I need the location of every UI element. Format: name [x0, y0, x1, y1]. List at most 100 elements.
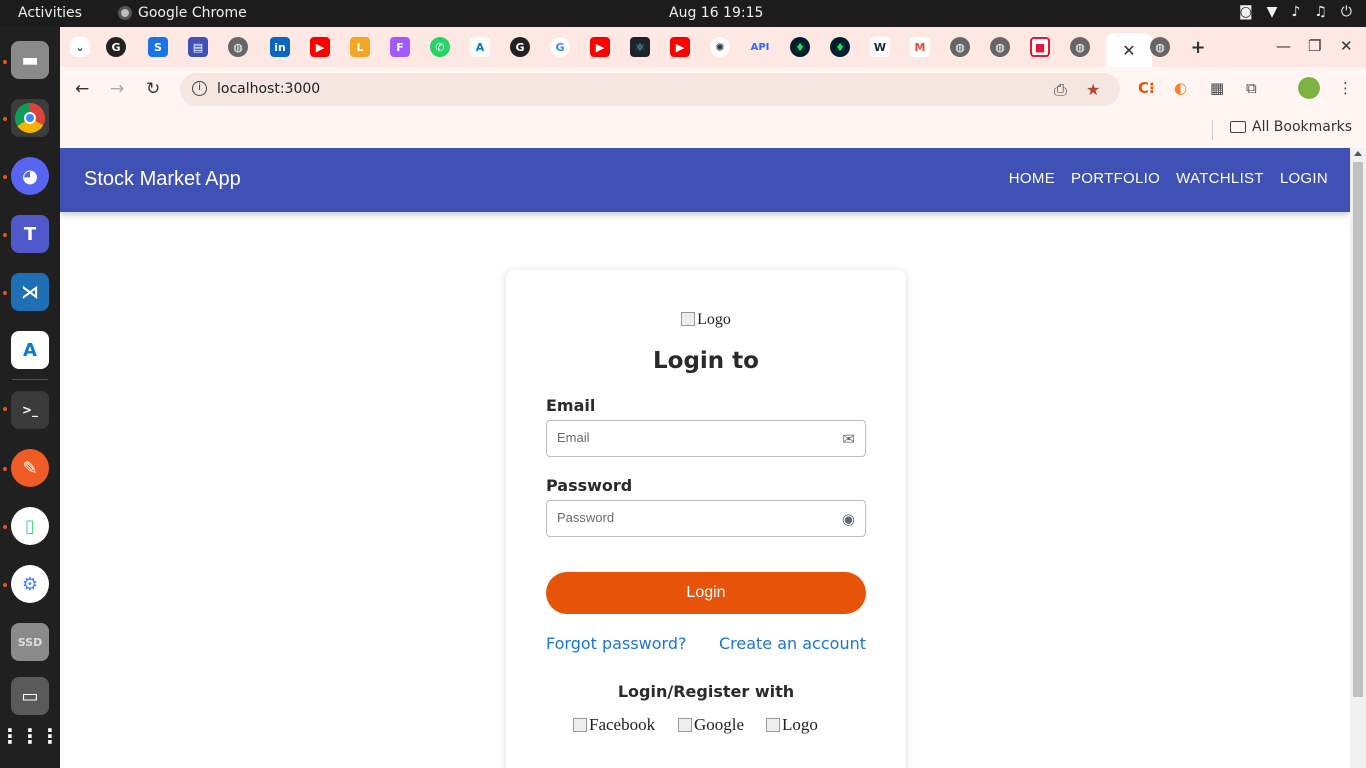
mongodb-icon[interactable]: ♦	[830, 37, 850, 57]
android-studio-icon[interactable]: ⚙	[11, 565, 49, 603]
openai-icon[interactable]: ✺	[710, 37, 730, 57]
install-app-icon[interactable]: ⎙	[1054, 80, 1067, 100]
all-bookmarks-button[interactable]: All Bookmarks	[1230, 119, 1352, 135]
youtube-icon[interactable]: ▶	[310, 37, 330, 57]
reload-icon[interactable]: ↻	[146, 79, 160, 99]
clock[interactable]: Aug 16 19:15	[669, 5, 763, 21]
terminal-icon[interactable]: >_	[11, 391, 49, 429]
new-tab-icon[interactable]: +	[1188, 37, 1208, 58]
nav-portfolio[interactable]: PORTFOLIO	[1063, 170, 1168, 187]
email-field[interactable]: ✉	[546, 420, 866, 457]
globe-icon[interactable]: ◍	[990, 37, 1010, 57]
email-input[interactable]	[557, 430, 827, 445]
postman-icon[interactable]: ✎	[11, 449, 49, 487]
youtube-icon[interactable]: ▶	[590, 37, 610, 57]
running-indicator	[3, 175, 7, 179]
wikipedia-icon[interactable]: W	[870, 37, 890, 57]
ssd-drive-icon[interactable]: SSD	[11, 623, 49, 661]
android-device-icon[interactable]: ▯	[11, 507, 49, 545]
app-bar: Stock Market App HOME PORTFOLIO WATCHLIS…	[60, 148, 1350, 212]
react-icon[interactable]: ⚛	[630, 37, 650, 57]
page-viewport: Stock Market App HOME PORTFOLIO WATCHLIS…	[60, 148, 1350, 768]
system-tray[interactable]: ◙ ▼ ♪ ♫ ⏻	[1239, 4, 1352, 20]
chrome-menu-icon[interactable]: ⋮	[1338, 79, 1353, 97]
tab-search-icon[interactable]: ⌄	[70, 37, 90, 57]
api-icon[interactable]: API	[750, 37, 770, 57]
envelope-icon: ✉	[842, 430, 855, 448]
app-grid-icon[interactable]: ⋮⋮⋮	[0, 717, 60, 755]
forward-icon[interactable]: →	[110, 79, 124, 99]
qr-code-icon[interactable]: ▦	[1210, 79, 1224, 97]
forgot-password-link[interactable]: Forgot password?	[546, 634, 686, 653]
scrollbar-thumb[interactable]	[1353, 162, 1363, 697]
removable-drive-icon[interactable]: ▭	[11, 677, 49, 715]
create-account-link[interactable]: Create an account	[719, 634, 866, 653]
password-input[interactable]	[557, 510, 827, 525]
login-button[interactable]: Login	[546, 572, 866, 614]
app-brand[interactable]: Stock Market App	[84, 168, 241, 191]
close-tab-icon[interactable]: ✕	[1122, 41, 1135, 60]
back-icon[interactable]: ←	[75, 79, 89, 99]
github-tab-icon[interactable]: G	[106, 37, 126, 57]
scroll-up-arrow-icon[interactable]	[1354, 151, 1362, 156]
nav-home[interactable]: HOME	[1001, 170, 1063, 187]
chrome-dock-icon[interactable]	[11, 99, 49, 137]
globe-icon[interactable]: ◍	[1070, 37, 1090, 57]
activities-button[interactable]: Activities	[18, 5, 82, 21]
extension-icon[interactable]: ◐	[1174, 79, 1187, 97]
linkedin-icon[interactable]: in	[270, 37, 290, 57]
facebook-login-image[interactable]: Facebook	[573, 715, 655, 735]
tab-favicon[interactable]: ▤	[188, 37, 208, 57]
volume-icon[interactable]: ♪	[1291, 4, 1300, 20]
bookmark-star-icon[interactable]: ★	[1086, 80, 1100, 99]
extension-icon[interactable]: C⁝	[1138, 79, 1155, 97]
power-icon[interactable]: ⏻	[1341, 4, 1352, 20]
broken-image-icon	[766, 718, 780, 732]
microphone-icon[interactable]: ♫	[1314, 4, 1327, 20]
wifi-icon[interactable]: ▼	[1267, 4, 1278, 20]
bookmarks-bar: All Bookmarks	[60, 112, 1366, 148]
youtube-icon[interactable]: ▶	[670, 37, 690, 57]
azure-tab-icon[interactable]: A	[470, 37, 490, 57]
nav-login[interactable]: LOGIN	[1272, 170, 1336, 187]
running-indicator	[3, 467, 7, 471]
mongodb-icon[interactable]: ♦	[790, 37, 810, 57]
globe-icon[interactable]: ◍	[228, 37, 248, 57]
all-bookmarks-label: All Bookmarks	[1252, 119, 1353, 135]
profile-avatar[interactable]	[1298, 77, 1320, 99]
page-scrollbar[interactable]	[1350, 148, 1366, 768]
app-menu[interactable]: Google Chrome	[118, 5, 247, 21]
globe-icon[interactable]: ◍	[1150, 37, 1170, 57]
url-text[interactable]: localhost:3000	[217, 81, 320, 97]
app-name: Google Chrome	[138, 5, 247, 21]
social-login-title: Login/Register with	[617, 682, 795, 701]
minimize-icon[interactable]: —	[1276, 37, 1291, 55]
files-icon[interactable]: ▬	[11, 41, 49, 79]
other-login-image[interactable]: Logo	[766, 715, 818, 735]
nav-watchlist[interactable]: WATCHLIST	[1168, 170, 1272, 187]
extensions-puzzle-icon[interactable]: ⧉	[1246, 79, 1257, 97]
tab-favicon[interactable]: S	[148, 37, 168, 57]
vscode-icon[interactable]: ⋊	[11, 273, 49, 311]
active-tab[interactable]: ✕	[1106, 33, 1152, 67]
tab-favicon[interactable]: L	[350, 37, 370, 57]
whatsapp-icon[interactable]: ✆	[430, 37, 450, 57]
globe-icon[interactable]: ◍	[950, 37, 970, 57]
maximize-icon[interactable]: ❐	[1308, 37, 1321, 55]
address-bar[interactable]: i localhost:3000 ⎙ ★	[180, 73, 1120, 106]
close-window-icon[interactable]: ✕	[1340, 37, 1353, 55]
gmail-icon[interactable]: M	[910, 37, 930, 57]
azure-icon[interactable]: A	[11, 331, 49, 369]
figma-icon[interactable]: F	[390, 37, 410, 57]
discord-tray-icon[interactable]: ◙	[1239, 4, 1253, 20]
password-field[interactable]: ◉	[546, 500, 866, 537]
site-info-icon[interactable]: i	[192, 81, 207, 96]
google-login-image[interactable]: Google	[678, 715, 744, 735]
tab-favicon[interactable]: ■	[1030, 37, 1050, 57]
github-tab-icon[interactable]: G	[510, 37, 530, 57]
eye-icon[interactable]: ◉	[842, 510, 855, 528]
running-indicator	[3, 583, 7, 587]
discord-icon[interactable]: ◕	[11, 157, 49, 195]
google-icon[interactable]: G	[550, 37, 570, 57]
teams-icon[interactable]: T	[11, 215, 49, 253]
